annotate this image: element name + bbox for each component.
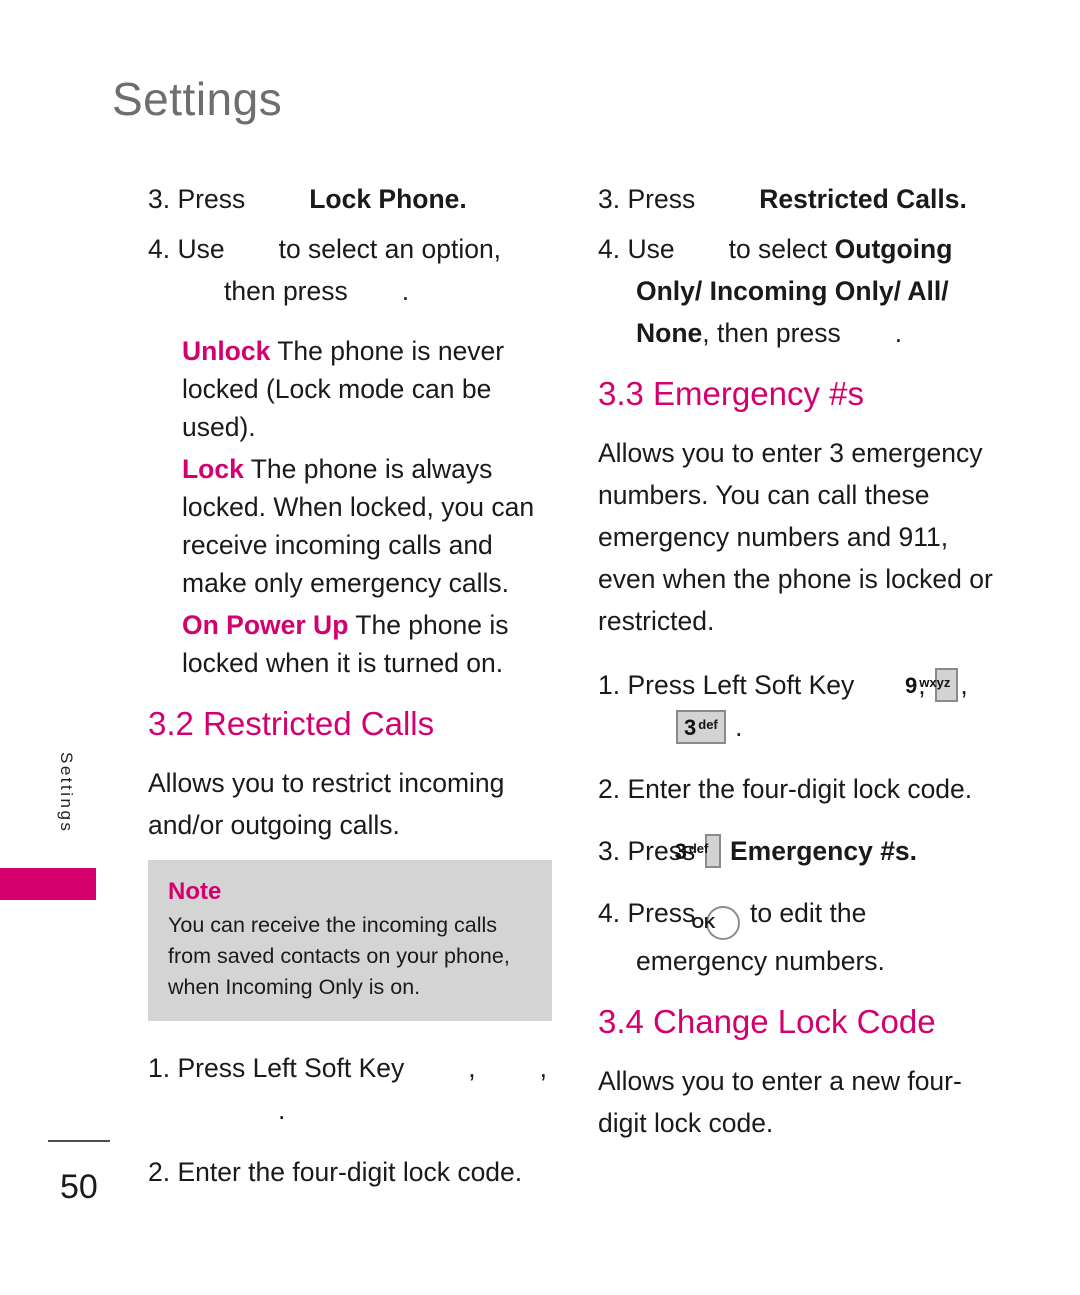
right-3-3-step-3-target: Emergency #s. <box>729 836 918 866</box>
option-on-power-up-term: On Power Up <box>182 610 349 640</box>
left-step-3-lead: 3. Press <box>148 184 246 214</box>
left-step-4-middle: to select an option, <box>278 234 502 264</box>
key-9-letters: wxyz <box>919 675 951 690</box>
section-heading-3-4: 3.4 Change Lock Code <box>598 1003 936 1040</box>
left-note-step-1-period: . <box>278 1095 286 1125</box>
left-note-step-1-comma-1: , <box>468 1053 476 1083</box>
key-3-letters-2: def <box>688 841 709 856</box>
right-3-3-step-1: 1. Press Left Soft Key, 9wxyz, 3def . <box>598 664 1002 748</box>
option-on-power-up: On Power Up The phone is locked when it … <box>148 606 552 682</box>
manual-page: Settings Settings 3. Press Lock Phone. 4.… <box>0 0 1080 1295</box>
section-3-4-body: Allows you to enter a new four-digit loc… <box>598 1066 962 1138</box>
left-step-4-period: . <box>401 276 410 306</box>
right-step-4-cont: , then press <box>702 318 841 348</box>
left-column: 3. Press Lock Phone. 4. Use to select an o… <box>148 178 552 1213</box>
left-step-4-lead: 4. Use <box>148 234 225 264</box>
section-heading-3-3: 3.3 Emergency #s <box>598 375 864 412</box>
note-body: You can receive the incoming calls from … <box>168 913 510 999</box>
right-step-4: 4. Use to select Outgoing Only/ Incoming … <box>598 228 1002 354</box>
left-note-step-2: 2. Enter the four-digit lock code. <box>148 1157 523 1187</box>
left-step-3: 3. Press Lock Phone. <box>148 178 552 220</box>
right-step-3: 3. Press Restricted Calls. <box>598 178 1002 220</box>
right-3-3-step-4-lead: 4. Press <box>598 898 696 928</box>
key-3-digit-2: 3 <box>674 839 687 864</box>
note-title: Note <box>168 878 222 905</box>
right-3-3-step-1-comma-2: , <box>960 670 968 700</box>
right-step-3-target: Restricted Calls. <box>759 184 967 214</box>
left-note-step-1: 1. Press Left Soft Key,, . <box>148 1047 552 1131</box>
left-note-step-1-lead: 1. Press Left Soft Key <box>148 1053 405 1083</box>
option-unlock: Unlock The phone is never locked (Lock m… <box>148 332 552 446</box>
right-3-3-step-4: 4. Press OK to edit the emergency number… <box>598 892 1002 982</box>
note-box: Note You can receive the incoming calls … <box>148 860 552 1021</box>
left-step-4: 4. Use to select an option, then press. <box>148 228 552 312</box>
key-9-wxyz-icon[interactable]: 9 wxyz <box>905 668 959 702</box>
page-title: Settings <box>112 73 283 125</box>
option-unlock-term: Unlock <box>182 336 271 366</box>
side-tab-accent-block <box>0 868 96 900</box>
right-3-3-step-1-period: . <box>735 712 743 742</box>
left-note-step-1-comma-2: , <box>539 1053 548 1083</box>
section-3-3-body: Allows you to enter 3 emergency numbers.… <box>598 438 993 636</box>
right-3-3-step-2: 2. Enter the four-digit lock code. <box>598 774 973 804</box>
section-heading-3-2: 3.2 Restricted Calls <box>148 705 435 742</box>
option-lock-term: Lock <box>182 454 244 484</box>
left-step-3-target: Lock Phone. <box>309 184 467 214</box>
right-3-3-step-1-lead: 1. Press Left Soft Key <box>598 670 855 700</box>
key-3-digit: 3 <box>684 715 697 740</box>
footer-divider <box>48 1140 110 1142</box>
left-step-4-cont: then press <box>224 276 348 306</box>
option-lock: Lock The phone is always locked. When lo… <box>148 450 552 602</box>
right-step-4-middle: to select <box>728 234 828 264</box>
right-step-4-period: . <box>894 318 903 348</box>
right-column: 3. Press Restricted Calls. 4. Use to selec… <box>598 178 1002 1166</box>
key-3-letters: def <box>698 717 718 732</box>
key-3-def-icon[interactable]: 3 def <box>676 710 726 744</box>
right-step-3-lead: 3. Press <box>598 184 696 214</box>
side-tab-label: Settings <box>57 752 76 834</box>
key-3-def-icon-2[interactable]: 3 def <box>675 834 721 868</box>
key-9-digit: 9 <box>905 673 918 698</box>
ok-key-icon[interactable]: OK <box>692 906 740 940</box>
right-step-4-lead: 4. Use <box>598 234 675 264</box>
section-3-2-body: Allows you to restrict incoming and/or o… <box>148 768 505 840</box>
right-3-3-step-3: 3. Press 3 def Emergency #s. <box>598 830 1002 872</box>
page-number: 50 <box>60 1168 98 1206</box>
